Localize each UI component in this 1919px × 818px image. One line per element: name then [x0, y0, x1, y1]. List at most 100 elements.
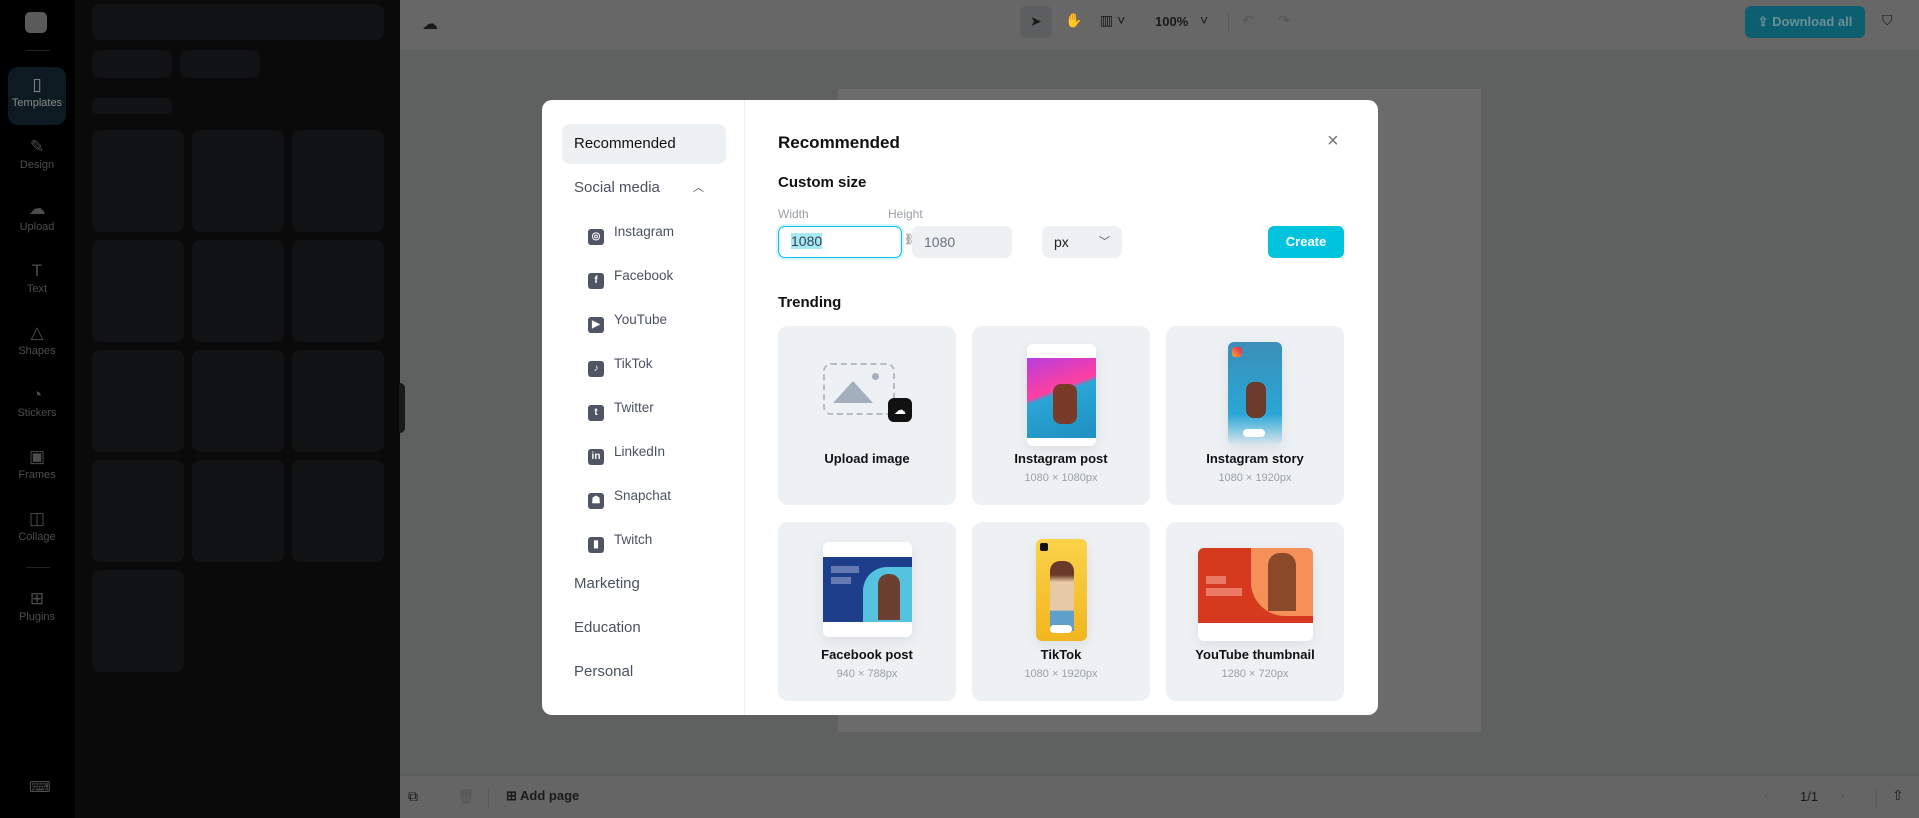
nav-recommended[interactable]: Recommended	[562, 124, 726, 164]
youtube-icon: ▶	[588, 317, 604, 333]
template-card-upload-image[interactable]: ☁ Upload image	[778, 326, 956, 505]
nav-twitter[interactable]: t Twitter	[588, 393, 654, 423]
app-logo[interactable]	[25, 12, 47, 33]
card-title: Instagram story	[1206, 451, 1304, 466]
nav-social-media[interactable]: Social media ︿	[562, 168, 726, 208]
nav-tiktok[interactable]: ♪ TikTok	[588, 349, 653, 379]
text-icon: T	[31, 261, 43, 280]
collage-icon: ◫	[28, 509, 46, 528]
snapchat-icon: ☗	[588, 493, 604, 509]
nav-twitch[interactable]: ▮ Twitch	[588, 525, 652, 555]
card-title: TikTok	[1040, 647, 1082, 662]
template-skeleton	[92, 570, 184, 672]
template-skeleton	[192, 350, 284, 452]
rail-item-templates[interactable]: ▯ Templates	[8, 67, 66, 125]
nav-personal[interactable]: Personal	[562, 652, 726, 692]
card-title: Facebook post	[821, 647, 913, 662]
keyboard-shortcuts-icon[interactable]: ⌨	[29, 778, 51, 796]
template-skeleton	[292, 130, 384, 232]
card-title: Instagram post	[1014, 451, 1108, 466]
select-tool-button[interactable]: ➤	[1020, 6, 1052, 38]
panel-collapse-handle[interactable]	[399, 383, 405, 433]
unit-value: px	[1054, 234, 1069, 250]
rail-item-text[interactable]: T Text	[8, 253, 66, 311]
card-title: Upload image	[824, 451, 910, 466]
hand-tool-icon[interactable]: ✋	[1065, 12, 1082, 29]
templates-icon: ▯	[32, 75, 42, 94]
layout-icon[interactable]: ▥ ˅	[1100, 12, 1125, 29]
template-card-instagram-post[interactable]: Instagram post 1080 × 1080px	[972, 326, 1150, 505]
template-skeleton	[92, 130, 184, 232]
nav-education[interactable]: Education	[562, 608, 726, 648]
rail-item-label: Templates	[11, 97, 63, 109]
download-all-button[interactable]: ⇪ Download all	[1745, 6, 1865, 38]
rail-item-frames[interactable]: ▣ Frames	[8, 439, 66, 497]
nav-facebook[interactable]: f Facebook	[588, 261, 673, 291]
prev-page-icon[interactable]: ‹	[1764, 787, 1769, 803]
template-card-youtube-thumbnail[interactable]: YouTube thumbnail 1280 × 720px	[1166, 522, 1344, 701]
nav-marketing[interactable]: Marketing	[562, 564, 726, 604]
width-label: Width	[778, 207, 809, 221]
dialog-title: Recommended	[778, 133, 900, 152]
add-page-button[interactable]: ⊞ Add page	[506, 788, 579, 804]
nav-item-label: Facebook	[614, 268, 674, 283]
zoom-level[interactable]: 100%	[1155, 14, 1188, 29]
divider	[488, 788, 489, 808]
chevron-down-icon[interactable]: ˅	[1200, 12, 1208, 28]
rail-item-upload[interactable]: ☁ Upload	[8, 191, 66, 249]
delete-icon[interactable]: 🗑	[457, 788, 475, 805]
upload-cloud-icon: ☁	[888, 398, 912, 422]
nav-linkedin[interactable]: in LinkedIn	[588, 437, 665, 467]
nav-item-label: Twitch	[614, 532, 653, 547]
image-placeholder-icon	[823, 363, 895, 415]
template-skeleton	[192, 460, 284, 562]
unit-select[interactable]: px ﹀	[1042, 226, 1122, 258]
divider	[26, 50, 50, 51]
nav-snapchat[interactable]: ☗ Snapchat	[588, 481, 671, 511]
close-icon[interactable]: ×	[1327, 130, 1339, 153]
card-size: 940 × 788px	[836, 668, 898, 680]
width-input[interactable]: 1080	[778, 226, 902, 258]
rail-item-design[interactable]: ✎ Design	[8, 129, 66, 187]
divider	[1228, 12, 1229, 32]
rail-item-plugins[interactable]: ⊞ Plugins	[8, 581, 66, 639]
chip-skeleton	[92, 50, 172, 78]
pages-panel-icon[interactable]: ⇧	[1892, 787, 1904, 804]
top-toolbar: ☁ ➤ ✋ ▥ ˅ 100% ˅ ↶ ↷ ⇪ Download all ⛉	[400, 0, 1919, 50]
tiktok-thumbnail	[1036, 539, 1087, 641]
height-input[interactable]: 1080	[912, 226, 1012, 258]
template-card-tiktok[interactable]: TikTok 1080 × 1920px	[972, 522, 1150, 701]
instagram-story-thumbnail	[1228, 342, 1282, 445]
card-size: 1080 × 1920px	[1024, 668, 1098, 680]
nav-instagram[interactable]: ◎ Instagram	[588, 217, 674, 247]
card-size: 1280 × 720px	[1221, 668, 1289, 680]
pointer-icon: ➤	[1030, 13, 1042, 29]
rail-item-stickers[interactable]: ◔ Stickers	[8, 377, 66, 435]
plugins-icon: ⊞	[29, 589, 45, 608]
undo-icon[interactable]: ↶	[1242, 12, 1254, 29]
frames-icon: ▣	[28, 447, 46, 466]
rail-item-label: Design	[19, 159, 55, 171]
next-page-icon[interactable]: ›	[1840, 787, 1845, 803]
youtube-thumbnail-thumbnail	[1198, 548, 1313, 641]
chevron-up-icon: ︿	[693, 182, 704, 194]
duplicate-page-icon[interactable]: ⧉	[408, 788, 418, 805]
nav-item-label: Snapchat	[614, 488, 672, 503]
upload-cloud-icon: ☁	[28, 199, 46, 218]
create-button[interactable]: Create	[1268, 226, 1344, 258]
cloud-sync-icon[interactable]: ☁	[422, 14, 438, 34]
stickers-icon: ◔	[31, 385, 43, 404]
rail-item-label: Text	[26, 283, 48, 295]
nav-youtube[interactable]: ▶ YouTube	[588, 305, 667, 335]
rail-item-shapes[interactable]: △ Shapes	[8, 315, 66, 373]
divider	[26, 567, 50, 568]
template-card-instagram-story[interactable]: Instagram story 1080 × 1920px	[1166, 326, 1344, 505]
templates-panel	[75, 0, 400, 818]
shield-check-icon[interactable]: ⛉	[1882, 12, 1893, 29]
new-design-dialog: Recommended Social media ︿ ◎ Instagram f Fac…	[542, 100, 1378, 715]
template-skeleton	[292, 350, 384, 452]
redo-icon[interactable]: ↷	[1278, 12, 1290, 29]
template-card-facebook-post[interactable]: Facebook post 940 × 788px	[778, 522, 956, 701]
shapes-icon: △	[30, 323, 44, 342]
rail-item-collage[interactable]: ◫ Collage	[8, 501, 66, 559]
